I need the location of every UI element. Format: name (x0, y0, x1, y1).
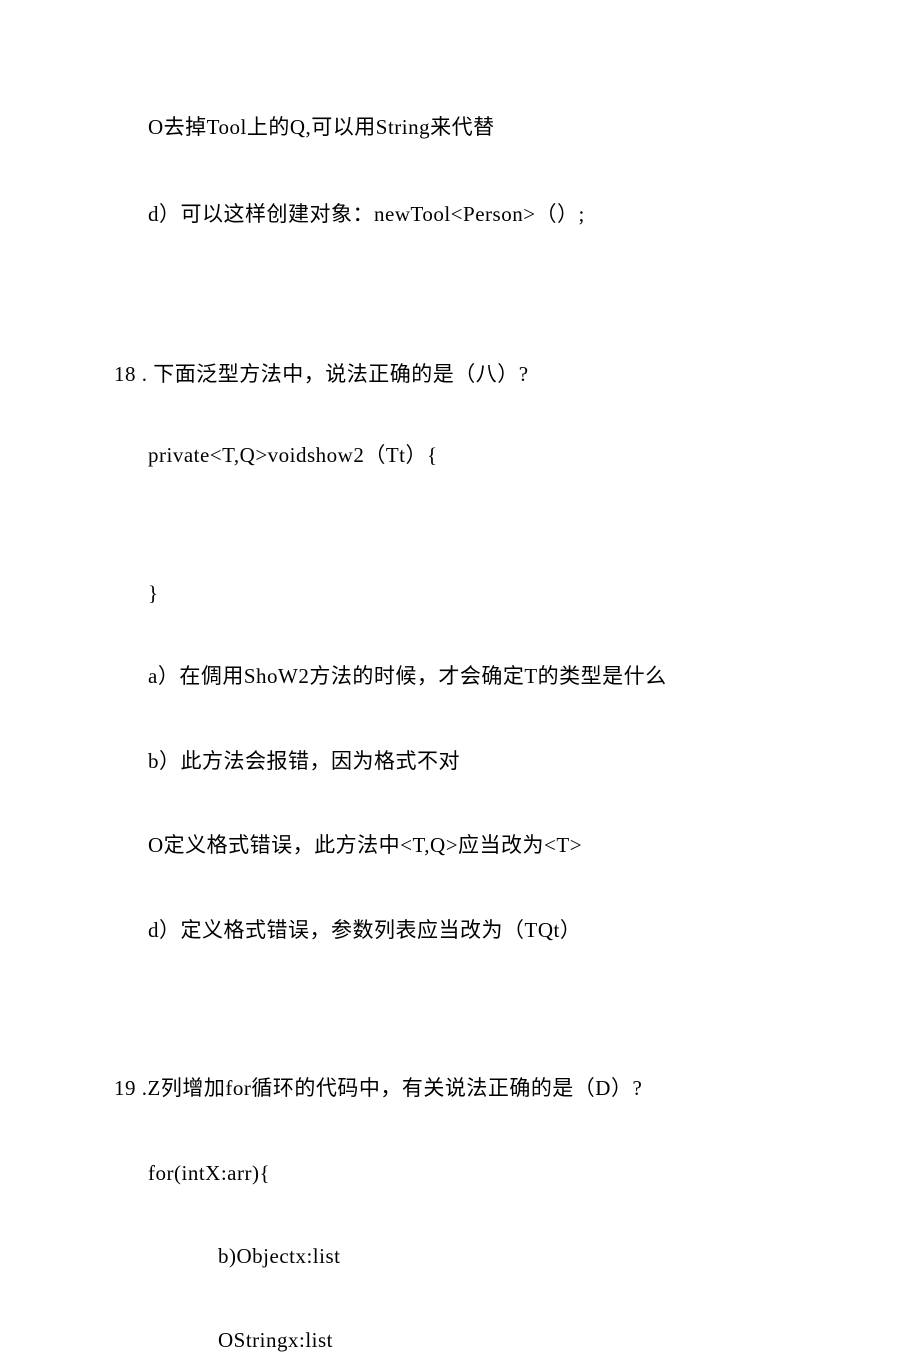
q19-stem: 19 .Z列增加for循环的代码中，有关说法正确的是（D）? (114, 1074, 820, 1103)
q18-option-d: d）定义格式错误，参数列表应当改为（TQt） (148, 916, 820, 945)
q17-option-d: d）可以这样创建对象：newTool<Person>（）; (148, 200, 820, 229)
q19-option-b: b)Objectx:list (148, 1242, 820, 1271)
q19-option-c: OStringx:list (148, 1326, 820, 1355)
q18-code-line-2: } (148, 579, 820, 608)
q18-option-c: O定义格式错误，此方法中<T,Q>应当改为<T> (148, 831, 820, 860)
q18-option-a: a）在倜用ShoW2方法的时候，才会确定T的类型是什么 (148, 662, 820, 691)
q19-code-line-1: for(intX:arr){ (148, 1159, 820, 1188)
q18-stem: 18 . 下面泛型方法中，说法正确的是（八）? (114, 360, 820, 389)
q18-code-line-1: private<T,Q>voidshow2（Tt）{ (148, 441, 820, 470)
q18-option-b: b）此方法会报错，因为格式不对 (148, 747, 820, 776)
q17-option-c: O去掉Tool上的Q,可以用String来代替 (148, 113, 820, 142)
